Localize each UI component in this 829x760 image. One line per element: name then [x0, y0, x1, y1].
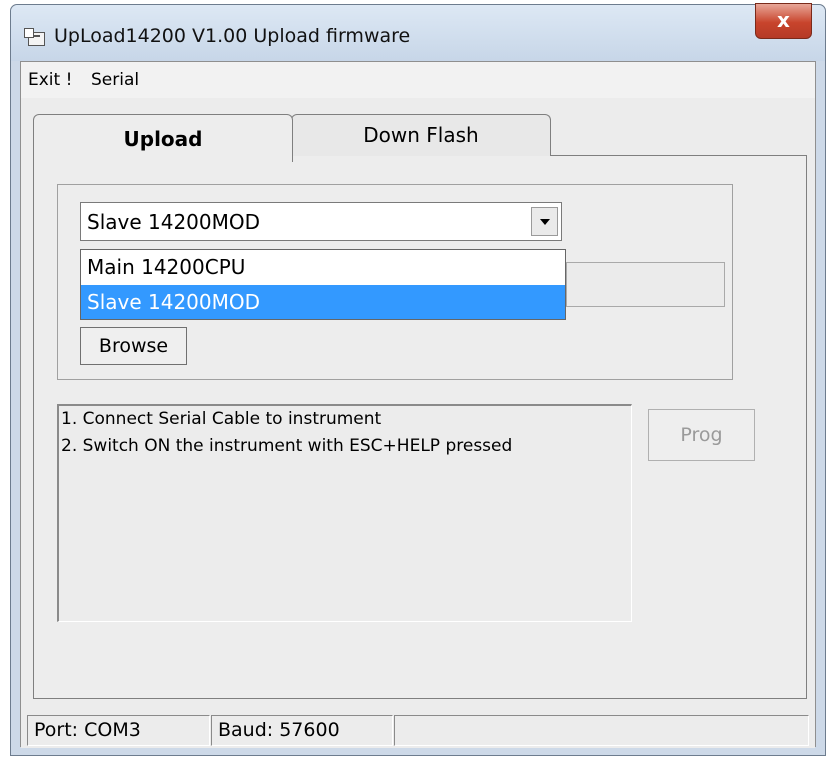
status-baud: Baud: 57600: [211, 715, 393, 746]
close-icon: x: [777, 8, 790, 32]
close-button[interactable]: x: [755, 3, 812, 39]
menu-exit[interactable]: Exit !: [28, 70, 72, 90]
instructions-textbox[interactable]: 1. Connect Serial Cable to instrument 2.…: [57, 404, 632, 622]
dropdown-option-slave[interactable]: Slave 14200MOD: [81, 285, 565, 319]
app-window: UpLoad14200 V1.00 Upload firmware x Exit…: [10, 3, 826, 756]
target-dropdown-list: Main 14200CPU Slave 14200MOD: [80, 249, 566, 320]
menu-bar: Exit ! Serial: [21, 62, 815, 98]
file-path-field[interactable]: [566, 262, 725, 307]
instruction-line-1: 1. Connect Serial Cable to instrument: [61, 409, 382, 429]
status-extra: [394, 715, 809, 746]
tab-upload[interactable]: Upload: [33, 114, 293, 162]
dropdown-option-main[interactable]: Main 14200CPU: [81, 250, 565, 284]
window-title: UpLoad14200 V1.00 Upload firmware: [54, 25, 411, 47]
menu-serial[interactable]: Serial: [91, 70, 139, 90]
instruction-line-2: 2. Switch ON the instrument with ESC+HEL…: [61, 436, 513, 456]
prog-button[interactable]: Prog: [648, 409, 755, 461]
chevron-down-icon[interactable]: [531, 207, 558, 236]
status-port: Port: COM3: [27, 715, 210, 746]
title-bar[interactable]: UpLoad14200 V1.00 Upload firmware x: [11, 3, 825, 61]
target-select[interactable]: Slave 14200MOD: [80, 202, 562, 241]
status-bar: Port: COM3 Baud: 57600: [21, 712, 815, 748]
app-window-icon: [24, 28, 45, 46]
target-select-value: Slave 14200MOD: [87, 210, 261, 234]
tab-down-flash[interactable]: Down Flash: [291, 114, 551, 156]
client-area: Exit ! Serial Down Flash Upload Slave 14…: [20, 61, 816, 748]
browse-button[interactable]: Browse: [80, 327, 187, 365]
